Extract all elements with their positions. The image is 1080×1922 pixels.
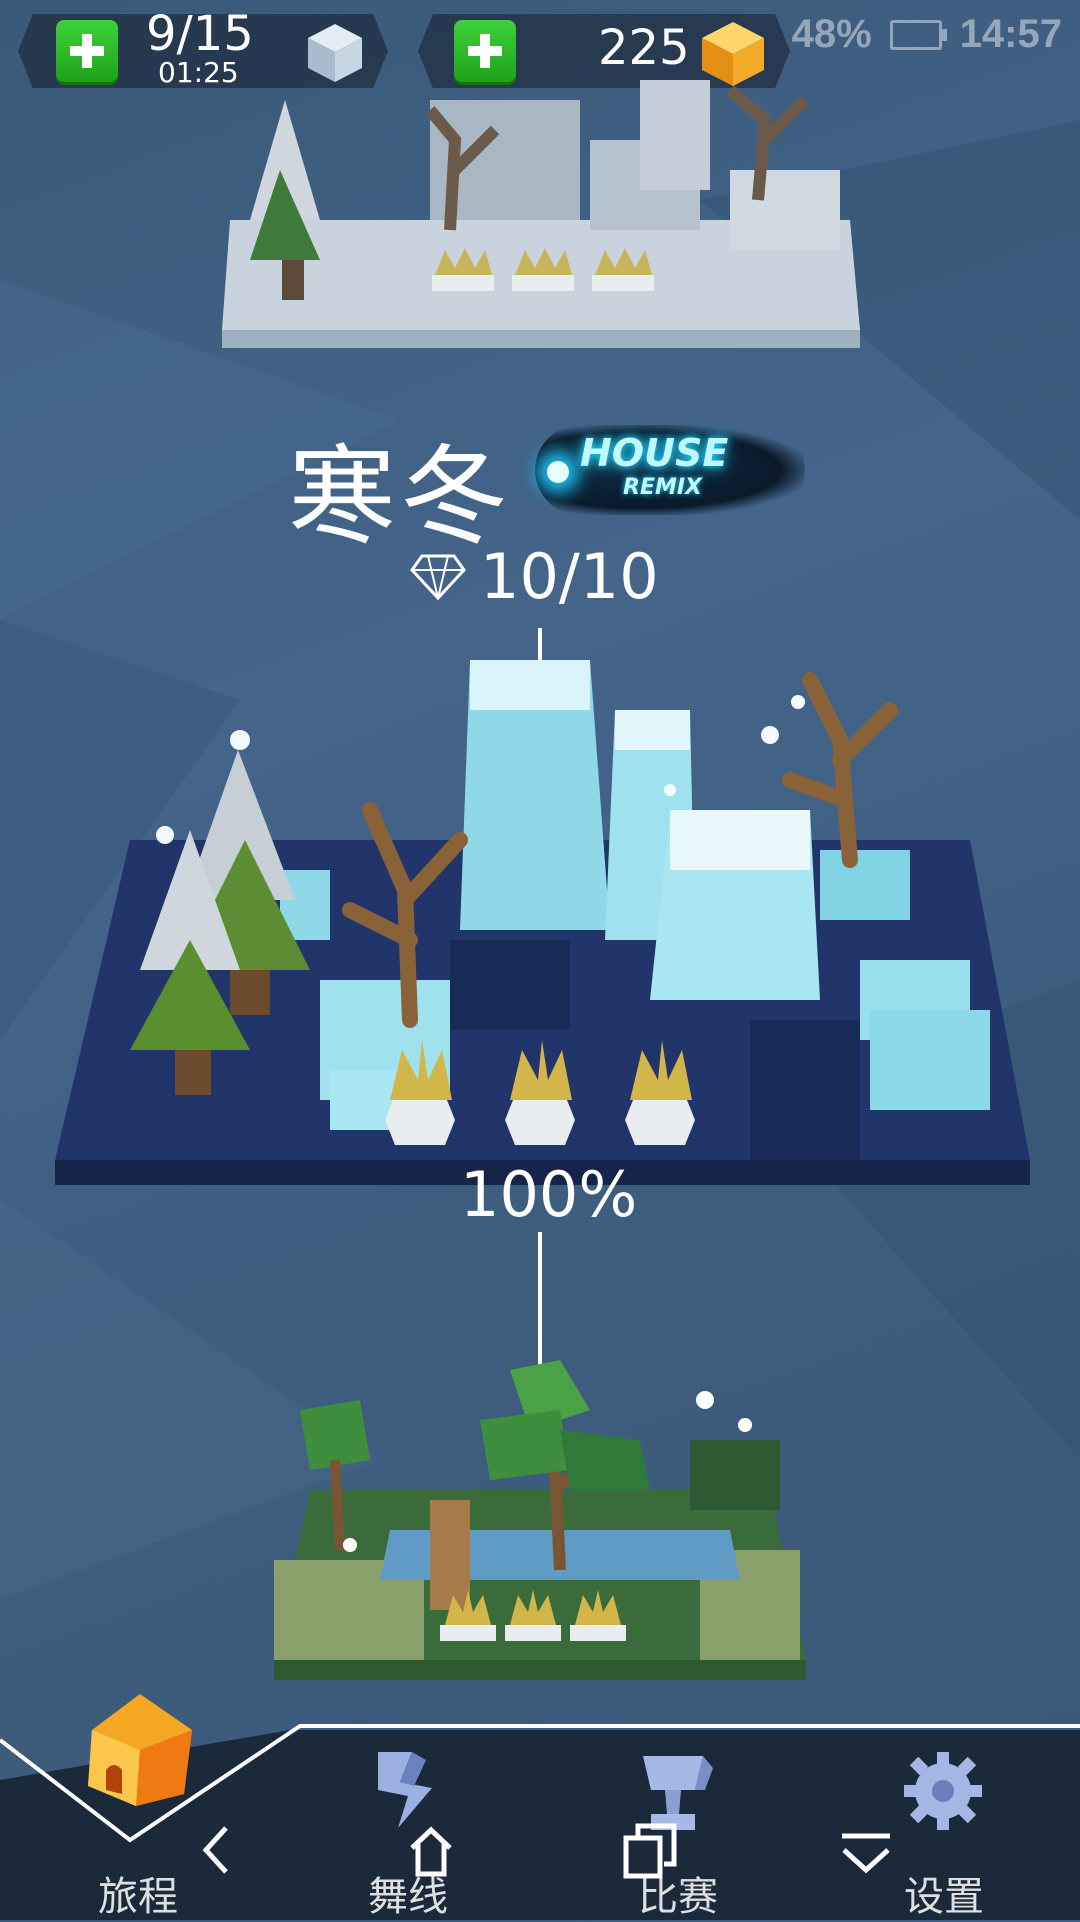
house-remix-badge: HOUSE REMIX: [535, 425, 805, 515]
badge-glow: [547, 461, 569, 483]
diamond-icon: [410, 554, 466, 600]
home-key-icon[interactable]: [406, 1820, 456, 1880]
recent-apps-key-icon[interactable]: [622, 1820, 678, 1880]
add-energy-button[interactable]: [56, 20, 118, 82]
badge-secondary-text: REMIX: [623, 475, 703, 500]
home-icon[interactable]: [80, 1690, 200, 1810]
previous-level-island[interactable]: [210, 80, 870, 380]
gem-cube-icon: [702, 22, 764, 86]
back-key-icon[interactable]: [196, 1820, 236, 1880]
add-gems-button[interactable]: [454, 20, 516, 82]
energy-count: 9/15: [146, 6, 254, 62]
next-level-island[interactable]: [270, 1350, 810, 1690]
ice-cube-icon: [308, 24, 362, 82]
diamond-count: 10/10: [480, 540, 659, 613]
level-progress-percent: 100%: [460, 1158, 638, 1231]
collapse-key-icon[interactable]: [838, 1820, 894, 1880]
gear-icon[interactable]: [900, 1748, 986, 1834]
clock: 14:57: [959, 12, 1062, 56]
winter-level-island[interactable]: [50, 640, 1040, 1200]
badge-primary-text: HOUSE: [580, 431, 729, 475]
nav-label-journey[interactable]: 旅程: [98, 1864, 178, 1922]
battery-percent: 48%: [791, 12, 872, 56]
status-indicators: 48% 14:57: [792, 12, 1062, 57]
nav-label-settings[interactable]: 设置: [904, 1864, 984, 1922]
gem-count: 225: [598, 20, 690, 76]
battery-icon: [889, 19, 947, 50]
diamond-progress: 10/10: [410, 540, 659, 613]
